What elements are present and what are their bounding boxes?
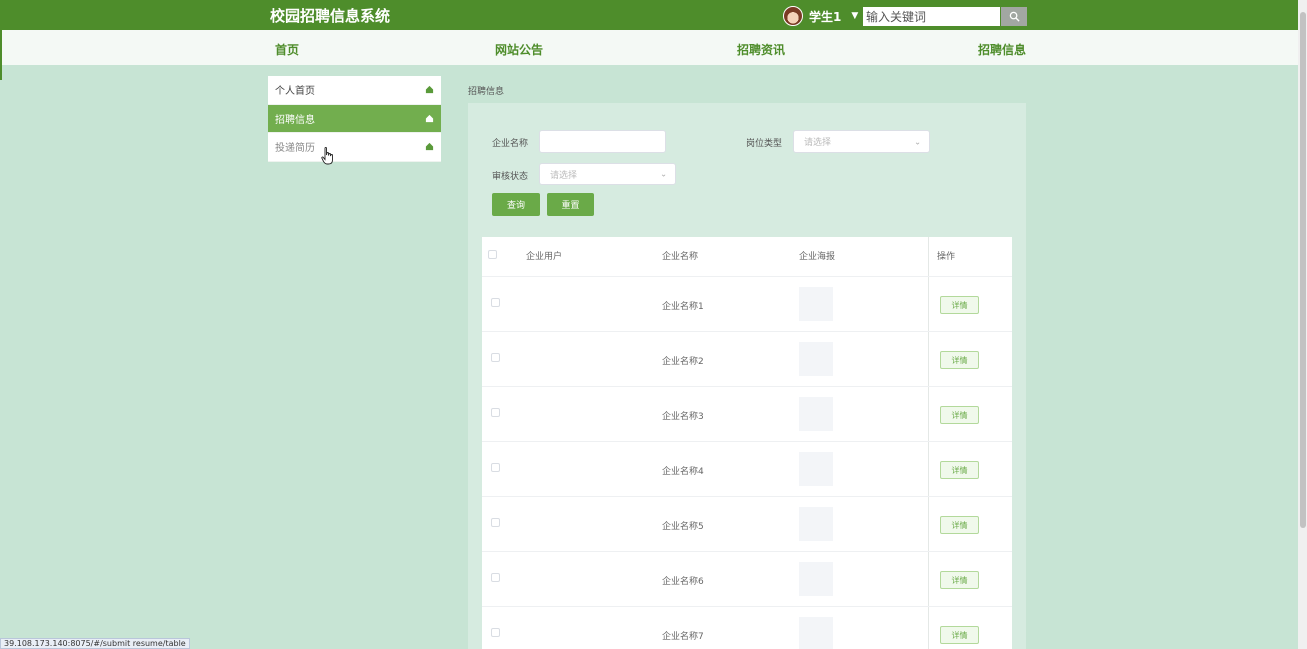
nav-item-recruit-info[interactable]: 招聘信息 — [978, 30, 1026, 70]
company-name-cell: 企业名称3 — [662, 412, 704, 422]
company-poster-thumbnail — [799, 562, 833, 596]
home-icon — [425, 86, 434, 94]
chevron-down-icon: ⌄ — [914, 137, 921, 146]
recruit-table: 企业用户 企业名称 企业海报 操作 企业名称1 详情 企业名称2 详情 企业名称… — [482, 237, 1012, 649]
row-checkbox[interactable] — [491, 353, 500, 362]
search-button[interactable] — [1001, 7, 1027, 26]
sidebar-menu: 个人首页 招聘信息 投递简历 — [268, 76, 441, 162]
detail-button[interactable]: 详情 — [940, 296, 979, 314]
company-name-cell: 企业名称7 — [662, 632, 704, 642]
reset-button[interactable]: 重置 — [547, 193, 594, 216]
company-poster-thumbnail — [799, 507, 833, 541]
row-checkbox[interactable] — [491, 298, 500, 307]
detail-button[interactable]: 详情 — [940, 351, 979, 369]
row-checkbox[interactable] — [491, 408, 500, 417]
company-name-cell: 企业名称2 — [662, 357, 704, 367]
row-divider — [482, 331, 1012, 332]
nav-item-announcements[interactable]: 网站公告 — [495, 30, 543, 70]
audit-status-placeholder: 请选择 — [550, 170, 578, 181]
job-type-placeholder: 请选择 — [804, 138, 832, 148]
actions-column-divider — [928, 237, 929, 649]
sidebar-item-recruit-info[interactable]: 招聘信息 — [268, 104, 441, 133]
detail-button[interactable]: 详情 — [940, 571, 979, 589]
company-poster-thumbnail — [799, 287, 833, 321]
query-button[interactable]: 查询 — [492, 193, 540, 216]
left-edge-stripe — [0, 30, 2, 80]
row-checkbox[interactable] — [491, 628, 500, 637]
row-checkbox[interactable] — [491, 518, 500, 527]
search-icon — [1009, 11, 1020, 22]
detail-button[interactable]: 详情 — [940, 461, 979, 479]
user-avatar — [783, 6, 803, 26]
company-name-input[interactable] — [539, 130, 666, 153]
company-name-cell: 企业名称1 — [662, 302, 704, 312]
main-nav: 首页 网站公告 招聘资讯 招聘信息 — [2, 30, 1298, 65]
audit-status-label: 审核状态 — [492, 172, 529, 182]
sidebar-item-submit-resume[interactable]: 投递简历 — [268, 133, 441, 162]
row-divider — [482, 441, 1012, 442]
company-name-cell: 企业名称6 — [662, 577, 704, 587]
search-input[interactable] — [863, 7, 1000, 26]
company-poster-thumbnail — [799, 617, 833, 649]
header-divider — [482, 276, 1012, 277]
row-checkbox[interactable] — [491, 573, 500, 582]
detail-button[interactable]: 详情 — [940, 406, 979, 424]
user-menu[interactable]: 学生1 ▼ — [783, 6, 858, 26]
site-title: 校园招聘信息系统 — [270, 7, 391, 25]
hand-cursor-icon — [321, 147, 333, 165]
row-divider — [482, 606, 1012, 607]
top-header-bar — [0, 0, 1298, 30]
column-header-company-user: 企业用户 — [526, 252, 563, 262]
detail-button[interactable]: 详情 — [940, 516, 979, 534]
company-poster-thumbnail — [799, 397, 833, 431]
row-divider — [482, 496, 1012, 497]
column-header-actions: 操作 — [937, 252, 956, 262]
select-all-checkbox[interactable] — [488, 250, 497, 259]
company-name-label: 企业名称 — [492, 139, 529, 149]
nav-item-home[interactable]: 首页 — [275, 30, 299, 70]
user-name: 学生1 — [809, 9, 842, 24]
audit-status-select[interactable]: 请选择 ⌄ — [539, 163, 676, 185]
sidebar-item-label: 招聘信息 — [275, 114, 315, 126]
sidebar-item-label: 投递简历 — [275, 143, 315, 155]
caret-down-icon: ▼ — [851, 11, 859, 21]
company-name-cell: 企业名称5 — [662, 522, 704, 532]
row-divider — [482, 386, 1012, 387]
home-icon — [425, 143, 434, 151]
sidebar-item-profile[interactable]: 个人首页 — [268, 76, 441, 105]
nav-item-recruit-news[interactable]: 招聘资讯 — [737, 30, 785, 70]
column-header-company-name: 企业名称 — [662, 252, 699, 262]
page-scrollbar-thumb[interactable] — [1300, 12, 1306, 528]
sidebar-item-label: 个人首页 — [275, 86, 315, 98]
home-icon — [425, 114, 434, 122]
detail-button[interactable]: 详情 — [940, 626, 979, 644]
column-header-company-poster: 企业海报 — [799, 252, 836, 262]
job-type-label: 岗位类型 — [746, 139, 783, 149]
status-bar-url: 39.108.173.140:8075/#/submit resume/tabl… — [0, 638, 190, 649]
company-poster-thumbnail — [799, 342, 833, 376]
company-poster-thumbnail — [799, 452, 833, 486]
company-name-cell: 企业名称4 — [662, 467, 704, 477]
chevron-down-icon: ⌄ — [660, 169, 667, 179]
breadcrumb: 招聘信息 — [468, 87, 505, 97]
row-checkbox[interactable] — [491, 463, 500, 472]
row-divider — [482, 551, 1012, 552]
job-type-select[interactable]: 请选择 ⌄ — [793, 130, 930, 153]
